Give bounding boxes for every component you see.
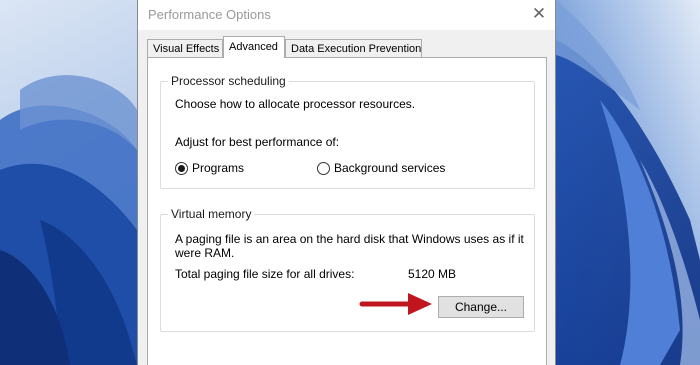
change-button[interactable]: Change...: [438, 296, 524, 318]
tab-data-execution-prevention[interactable]: Data Execution Prevention: [285, 39, 422, 57]
processor-scheduling-legend: Processor scheduling: [168, 74, 289, 88]
total-paging-file-label: Total paging file size for all drives:: [175, 267, 355, 281]
virtual-memory-group: Virtual memory A paging file is an area …: [160, 207, 535, 332]
background-services-radio[interactable]: [317, 162, 330, 175]
tab-advanced[interactable]: Advanced: [223, 36, 285, 58]
desktop: Performance Options ✕ Visual Effects Adv…: [0, 0, 700, 365]
virtual-memory-description-line2: were RAM.: [175, 246, 235, 260]
advanced-tab-panel: Processor scheduling Choose how to alloc…: [147, 57, 547, 365]
adjust-performance-label: Adjust for best performance of:: [175, 135, 340, 149]
processor-scheduling-description: Choose how to allocate processor resourc…: [175, 97, 416, 111]
total-paging-file-value: 5120 MB: [408, 267, 457, 281]
title-bar[interactable]: Performance Options ✕: [138, 0, 555, 30]
programs-radio-label[interactable]: Programs: [192, 161, 244, 175]
radio-selected-dot: [178, 165, 185, 172]
background-services-radio-label[interactable]: Background services: [334, 161, 445, 175]
close-icon[interactable]: ✕: [527, 2, 551, 26]
red-arrow-right-icon: [359, 293, 432, 315]
performance-options-dialog: Performance Options ✕ Visual Effects Adv…: [137, 0, 556, 365]
processor-scheduling-group: Processor scheduling Choose how to alloc…: [160, 74, 535, 189]
virtual-memory-legend: Virtual memory: [168, 207, 255, 221]
virtual-memory-description-line1: A paging file is an area on the hard dis…: [175, 232, 524, 246]
programs-radio[interactable]: [175, 162, 188, 175]
window-title: Performance Options: [148, 7, 271, 22]
tab-visual-effects[interactable]: Visual Effects: [147, 39, 223, 57]
